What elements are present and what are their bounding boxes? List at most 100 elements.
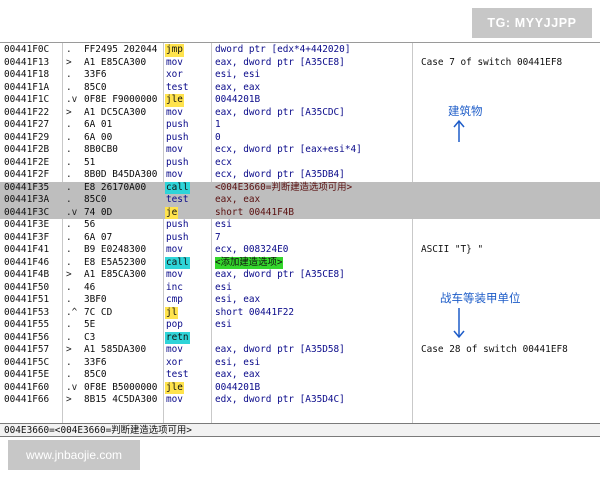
instruction-row[interactable]: 00441F3E. 56 push esi — [0, 219, 600, 232]
instruction-bytes: 85C0 — [84, 81, 107, 93]
disassembly-view[interactable]: 00441F0C. FF2495 202044 jmp dword ptr [edx*… — [0, 42, 600, 424]
instruction-mnemonic: jle — [165, 94, 184, 107]
instruction-bytes: C3 — [84, 331, 96, 343]
instruction-row[interactable]: 00441F4B > A1 E85CA300 mov eax, dword ptr [A… — [0, 269, 600, 282]
instruction-mnemonic: test — [166, 81, 189, 93]
instruction-address: 00441F1C — [4, 94, 50, 105]
jump-marker: . — [66, 169, 72, 180]
instruction-row[interactable]: 00441F5E. 85C0 test eax, eax — [0, 369, 600, 382]
instruction-bytes: 8B15 4C5DA300 — [84, 394, 158, 405]
instruction-row[interactable]: 00441F53 .^ 7C CD jl short 00441F22 — [0, 306, 600, 319]
instruction-mnemonic: push — [166, 231, 189, 243]
instruction-comment: Case 28 of switch 00441EF8 — [421, 344, 568, 355]
instruction-row[interactable]: 00441F1C .v 0F8E F9000000 jle 0044201B — [0, 94, 600, 107]
instruction-bytes: 33F6 — [84, 69, 107, 80]
instruction-mnemonic: test — [166, 194, 189, 205]
instruction-mnemonic: mov — [166, 144, 183, 155]
instruction-address: 00441F66 — [4, 394, 50, 405]
instruction-address: 00441F50 — [4, 281, 50, 293]
instruction-address: 00441F2E — [4, 156, 50, 168]
instruction-bytes: E8 26170A00 — [84, 181, 147, 193]
instruction-operands: 0044201B — [215, 381, 261, 393]
instruction-operands: 7 — [215, 231, 221, 243]
instruction-row[interactable]: 00441F3F. 6A 07 push 7 — [0, 232, 600, 245]
instruction-bytes: 7C CD — [84, 306, 113, 318]
annotation-arrow-down-icon — [453, 308, 465, 339]
instruction-row[interactable]: 00441F35. E8 26170A00 call <004E3660=判断建造选项… — [0, 181, 600, 194]
instruction-row[interactable]: 00441F22 > A1 DC5CA300 mov eax, dword ptr [A… — [0, 107, 600, 120]
jump-marker: . — [66, 219, 72, 230]
instruction-mnemonic: mov — [166, 56, 183, 68]
instruction-operands: eax, eax — [215, 81, 261, 93]
instruction-operands: ecx, dword ptr [A35DB4] — [215, 169, 345, 180]
instruction-bytes: 85C0 — [84, 194, 107, 205]
instruction-row[interactable]: 00441F41. B9 E0248300 mov ecx, 008324E0 ASCI… — [0, 244, 600, 257]
instruction-bytes: 8B0D B45DA300 — [84, 169, 158, 180]
instruction-row[interactable]: 00441F46. E8 E5A52300 call <添加建造选项> — [0, 256, 600, 269]
instruction-bytes: B9 E0248300 — [84, 244, 147, 255]
instruction-row[interactable]: 00441F55. 5E pop esi — [0, 319, 600, 332]
jump-marker: > — [66, 106, 72, 118]
instruction-bytes: 51 — [84, 156, 96, 168]
instruction-row[interactable]: 00441F5C. 33F6 xor esi, esi — [0, 357, 600, 370]
jump-marker: . — [66, 244, 72, 255]
jump-marker: . — [66, 331, 72, 343]
instruction-address: 00441F3C — [4, 206, 50, 218]
jump-marker: . — [66, 44, 72, 55]
status-bar: 004E3660=<004E3660=判断建造选项可用> — [0, 423, 600, 437]
instruction-mnemonic: mov — [166, 169, 183, 180]
instruction-operands: esi, esi — [215, 69, 261, 80]
instruction-row[interactable]: 00441F3C .v 74 0D je short 00441F4B — [0, 206, 600, 219]
instruction-bytes: 0F8E B5000000 — [84, 381, 158, 393]
instruction-address: 00441F2B — [4, 144, 50, 155]
instruction-mnemonic: push — [166, 131, 189, 143]
instruction-bytes: A1 E85CA300 — [84, 269, 147, 280]
instruction-row[interactable]: 00441F56. C3 retn — [0, 331, 600, 344]
instruction-address: 00441F3E — [4, 219, 50, 230]
instruction-row[interactable]: 00441F3A. 85C0 test eax, eax — [0, 194, 600, 207]
annotation-building: 建筑物 — [448, 104, 483, 118]
instruction-address: 00441F41 — [4, 244, 50, 255]
instruction-address: 00441F35 — [4, 181, 50, 193]
instruction-row[interactable]: 00441F27. 6A 01 push 1 — [0, 119, 600, 132]
jump-marker: > — [66, 269, 72, 280]
instruction-address: 00441F55 — [4, 319, 50, 330]
instruction-mnemonic: push — [166, 119, 189, 130]
instruction-row[interactable]: 00441F2F. 8B0D B45DA300 mov ecx, dword ptr … — [0, 169, 600, 182]
instruction-row[interactable]: 00441F2E. 51 push ecx — [0, 157, 600, 170]
instruction-address: 00441F27 — [4, 119, 50, 130]
instruction-address: 00441F4B — [4, 269, 50, 280]
instruction-mnemonic: mov — [166, 106, 183, 118]
instruction-row[interactable]: 00441F0C. FF2495 202044 jmp dword ptr [edx*… — [0, 44, 600, 57]
instruction-address: 00441F53 — [4, 306, 50, 318]
instruction-operands: esi — [215, 219, 232, 230]
instruction-row[interactable]: 00441F18. 33F6 xor esi, esi — [0, 69, 600, 82]
instruction-mnemonic: je — [165, 206, 179, 219]
jump-marker: . — [66, 356, 72, 368]
jump-marker: .v — [66, 381, 78, 393]
instruction-address: 00441F56 — [4, 331, 50, 343]
instruction-mnemonic: mov — [166, 244, 183, 255]
instruction-row[interactable]: 00441F66 >8B15 4C5DA300 mov edx, dword ptr … — [0, 394, 600, 407]
instruction-row[interactable]: 00441F57 > A1 585DA300 mov eax, dword ptr [A… — [0, 344, 600, 357]
instruction-row[interactable]: 00441F29. 6A 00 push 0 — [0, 132, 600, 145]
instruction-address: 00441F22 — [4, 106, 50, 118]
instruction-address: 00441F13 — [4, 56, 50, 68]
instruction-operands: eax, dword ptr [A35CDC] — [215, 106, 345, 118]
instruction-bytes: A1 E85CA300 — [84, 56, 147, 68]
instruction-bytes: FF2495 202044 — [84, 44, 158, 55]
instruction-row[interactable]: 00441F13 > A1 E85CA300 mov eax, dword ptr [A… — [0, 57, 600, 70]
jump-marker: .v — [66, 94, 78, 105]
jump-marker: .v — [66, 206, 78, 218]
instruction-address: 00441F51 — [4, 294, 50, 305]
instruction-mnemonic: push — [166, 156, 189, 168]
instruction-bytes: 3BF0 — [84, 294, 107, 305]
jump-marker: . — [66, 281, 72, 293]
instruction-mnemonic: call — [165, 181, 190, 194]
jump-marker: > — [66, 344, 72, 355]
instruction-row[interactable]: 00441F1A. 85C0 test eax, eax — [0, 82, 600, 95]
jump-marker: . — [66, 81, 72, 93]
jump-marker: .^ — [66, 306, 78, 318]
instruction-row[interactable]: 00441F60 .v 0F8E B5000000 jle 0044201B — [0, 381, 600, 394]
instruction-row[interactable]: 00441F2B. 8B0CB0 mov ecx, dword ptr [eax+es… — [0, 144, 600, 157]
